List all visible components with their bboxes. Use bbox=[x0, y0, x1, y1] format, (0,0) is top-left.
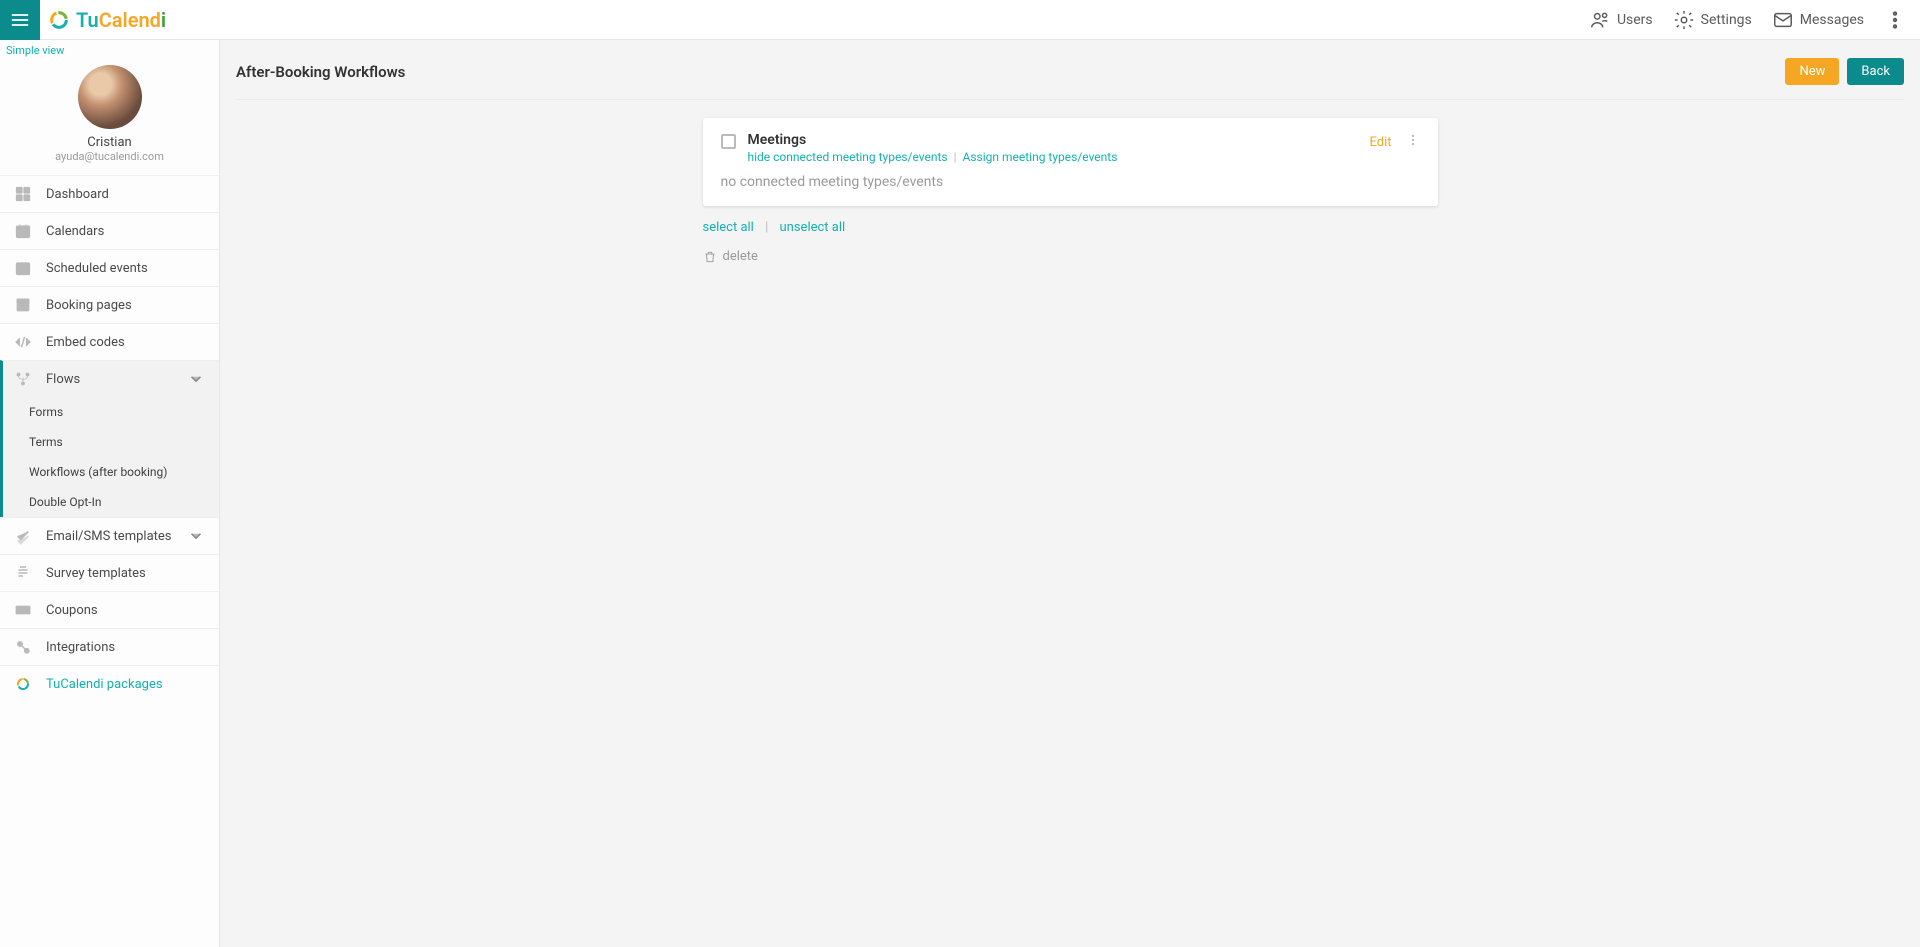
sidebar-sub-terms[interactable]: Terms bbox=[3, 427, 219, 457]
topbar-right: Users Settings Messages bbox=[1589, 9, 1920, 31]
events-icon bbox=[14, 259, 32, 277]
coupon-icon bbox=[14, 601, 32, 619]
sidebar-group-flows: Flows Forms Terms Workflows (after booki… bbox=[0, 360, 219, 517]
avatar[interactable] bbox=[78, 65, 142, 129]
hamburger-menu-button[interactable] bbox=[0, 0, 40, 40]
brand-logo[interactable]: TuCalendi bbox=[40, 8, 166, 32]
page-actions: New Back bbox=[1785, 58, 1904, 85]
sidebar-item-calendars[interactable]: Calendars bbox=[0, 213, 219, 249]
sidebar-item-flows[interactable]: Flows bbox=[3, 361, 219, 397]
integrations-icon bbox=[14, 638, 32, 656]
vertical-dots-icon bbox=[1406, 132, 1420, 148]
chevron-down-icon bbox=[187, 527, 205, 545]
hide-connected-link[interactable]: hide connected meeting types/events bbox=[748, 150, 948, 164]
sidebar-item-dashboard[interactable]: Dashboard bbox=[0, 176, 219, 212]
brand-mid: Calend bbox=[99, 8, 161, 32]
nav-messages[interactable]: Messages bbox=[1772, 9, 1864, 31]
app-logo-icon bbox=[48, 9, 70, 31]
sidebar-sub-double-optin[interactable]: Double Opt-In bbox=[3, 487, 219, 517]
sidebar-item-booking[interactable]: Booking pages bbox=[0, 287, 219, 323]
sidebar-item-label: Survey templates bbox=[46, 566, 146, 581]
workflow-more-button[interactable] bbox=[1406, 132, 1420, 152]
workflow-checkbox[interactable] bbox=[721, 134, 736, 149]
gear-icon bbox=[1673, 9, 1695, 31]
topbar: TuCalendi Users Settings Messages bbox=[0, 0, 1920, 40]
code-icon bbox=[14, 333, 32, 351]
sidebar-item-label: Coupons bbox=[46, 603, 98, 618]
flows-icon bbox=[14, 370, 32, 388]
sidebar: Simple view Cristian ayuda@tucalendi.com… bbox=[0, 40, 220, 947]
sidebar-item-label: Calendars bbox=[46, 224, 104, 239]
simple-view-link[interactable]: Simple view bbox=[0, 40, 219, 57]
hamburger-icon bbox=[10, 10, 30, 30]
back-button[interactable]: Back bbox=[1847, 58, 1904, 85]
nav-users-label: Users bbox=[1617, 12, 1653, 28]
dashboard-icon bbox=[14, 185, 32, 203]
workflow-empty-msg: no connected meeting types/events bbox=[721, 164, 1420, 190]
trash-icon bbox=[703, 250, 717, 264]
calendar-icon bbox=[14, 222, 32, 240]
survey-icon bbox=[14, 564, 32, 582]
brand-prefix: Tu bbox=[76, 8, 99, 32]
workflow-list: Meetings hide connected meeting types/ev… bbox=[703, 118, 1438, 264]
topbar-more-button[interactable] bbox=[1884, 9, 1906, 31]
main-content: After-Booking Workflows New Back Meeting… bbox=[220, 40, 1920, 947]
chevron-down-icon bbox=[187, 370, 205, 388]
sidebar-item-templates[interactable]: Email/SMS templates bbox=[0, 518, 219, 554]
workflow-links: hide connected meeting types/events | As… bbox=[748, 150, 1370, 164]
workflow-title: Meetings bbox=[748, 132, 1370, 148]
separator: | bbox=[951, 150, 960, 164]
unselect-all-link[interactable]: unselect all bbox=[780, 220, 846, 235]
sidebar-item-label: Embed codes bbox=[46, 335, 125, 350]
page-icon bbox=[14, 296, 32, 314]
sidebar-item-scheduled[interactable]: Scheduled events bbox=[0, 250, 219, 286]
packages-icon bbox=[14, 675, 32, 693]
nav-messages-label: Messages bbox=[1800, 12, 1864, 28]
sidebar-item-label: Booking pages bbox=[46, 298, 132, 313]
nav-settings[interactable]: Settings bbox=[1673, 9, 1752, 31]
sidebar-item-integrations[interactable]: Integrations bbox=[0, 629, 219, 665]
sidebar-item-packages[interactable]: TuCalendi packages bbox=[0, 666, 219, 702]
sidebar-item-embed[interactable]: Embed codes bbox=[0, 324, 219, 360]
nav-settings-label: Settings bbox=[1701, 12, 1752, 28]
sidebar-item-label: Integrations bbox=[46, 640, 115, 655]
delete-label: delete bbox=[723, 249, 758, 264]
profile-name: Cristian bbox=[0, 135, 219, 150]
templates-icon bbox=[14, 527, 32, 545]
edit-link[interactable]: Edit bbox=[1369, 135, 1391, 150]
page-header: After-Booking Workflows New Back bbox=[236, 52, 1904, 100]
vertical-dots-icon bbox=[1884, 9, 1906, 31]
profile-email: ayuda@tucalendi.com bbox=[0, 150, 219, 163]
assign-link[interactable]: Assign meeting types/events bbox=[963, 150, 1118, 164]
sidebar-item-label: TuCalendi packages bbox=[46, 677, 163, 692]
new-button[interactable]: New bbox=[1785, 58, 1839, 85]
sidebar-item-survey[interactable]: Survey templates bbox=[0, 555, 219, 591]
sidebar-item-label: Flows bbox=[46, 372, 80, 387]
nav-users[interactable]: Users bbox=[1589, 9, 1653, 31]
bulk-actions: select all | unselect all bbox=[703, 220, 1438, 235]
profile-block: Cristian ayuda@tucalendi.com bbox=[0, 57, 219, 175]
sidebar-item-label: Scheduled events bbox=[46, 261, 148, 276]
sidebar-sub-workflows[interactable]: Workflows (after booking) bbox=[3, 457, 219, 487]
sidebar-item-coupons[interactable]: Coupons bbox=[0, 592, 219, 628]
users-icon bbox=[1589, 9, 1611, 31]
sidebar-item-label: Email/SMS templates bbox=[46, 529, 172, 544]
select-all-link[interactable]: select all bbox=[703, 220, 754, 235]
brand-suffix: i bbox=[161, 8, 166, 32]
envelope-icon bbox=[1772, 9, 1794, 31]
sidebar-sub-forms[interactable]: Forms bbox=[3, 397, 219, 427]
delete-button[interactable]: delete bbox=[703, 249, 1438, 264]
page-title: After-Booking Workflows bbox=[236, 63, 405, 81]
sidebar-item-label: Dashboard bbox=[46, 187, 109, 202]
workflow-card: Meetings hide connected meeting types/ev… bbox=[703, 118, 1438, 206]
separator: | bbox=[757, 220, 776, 235]
